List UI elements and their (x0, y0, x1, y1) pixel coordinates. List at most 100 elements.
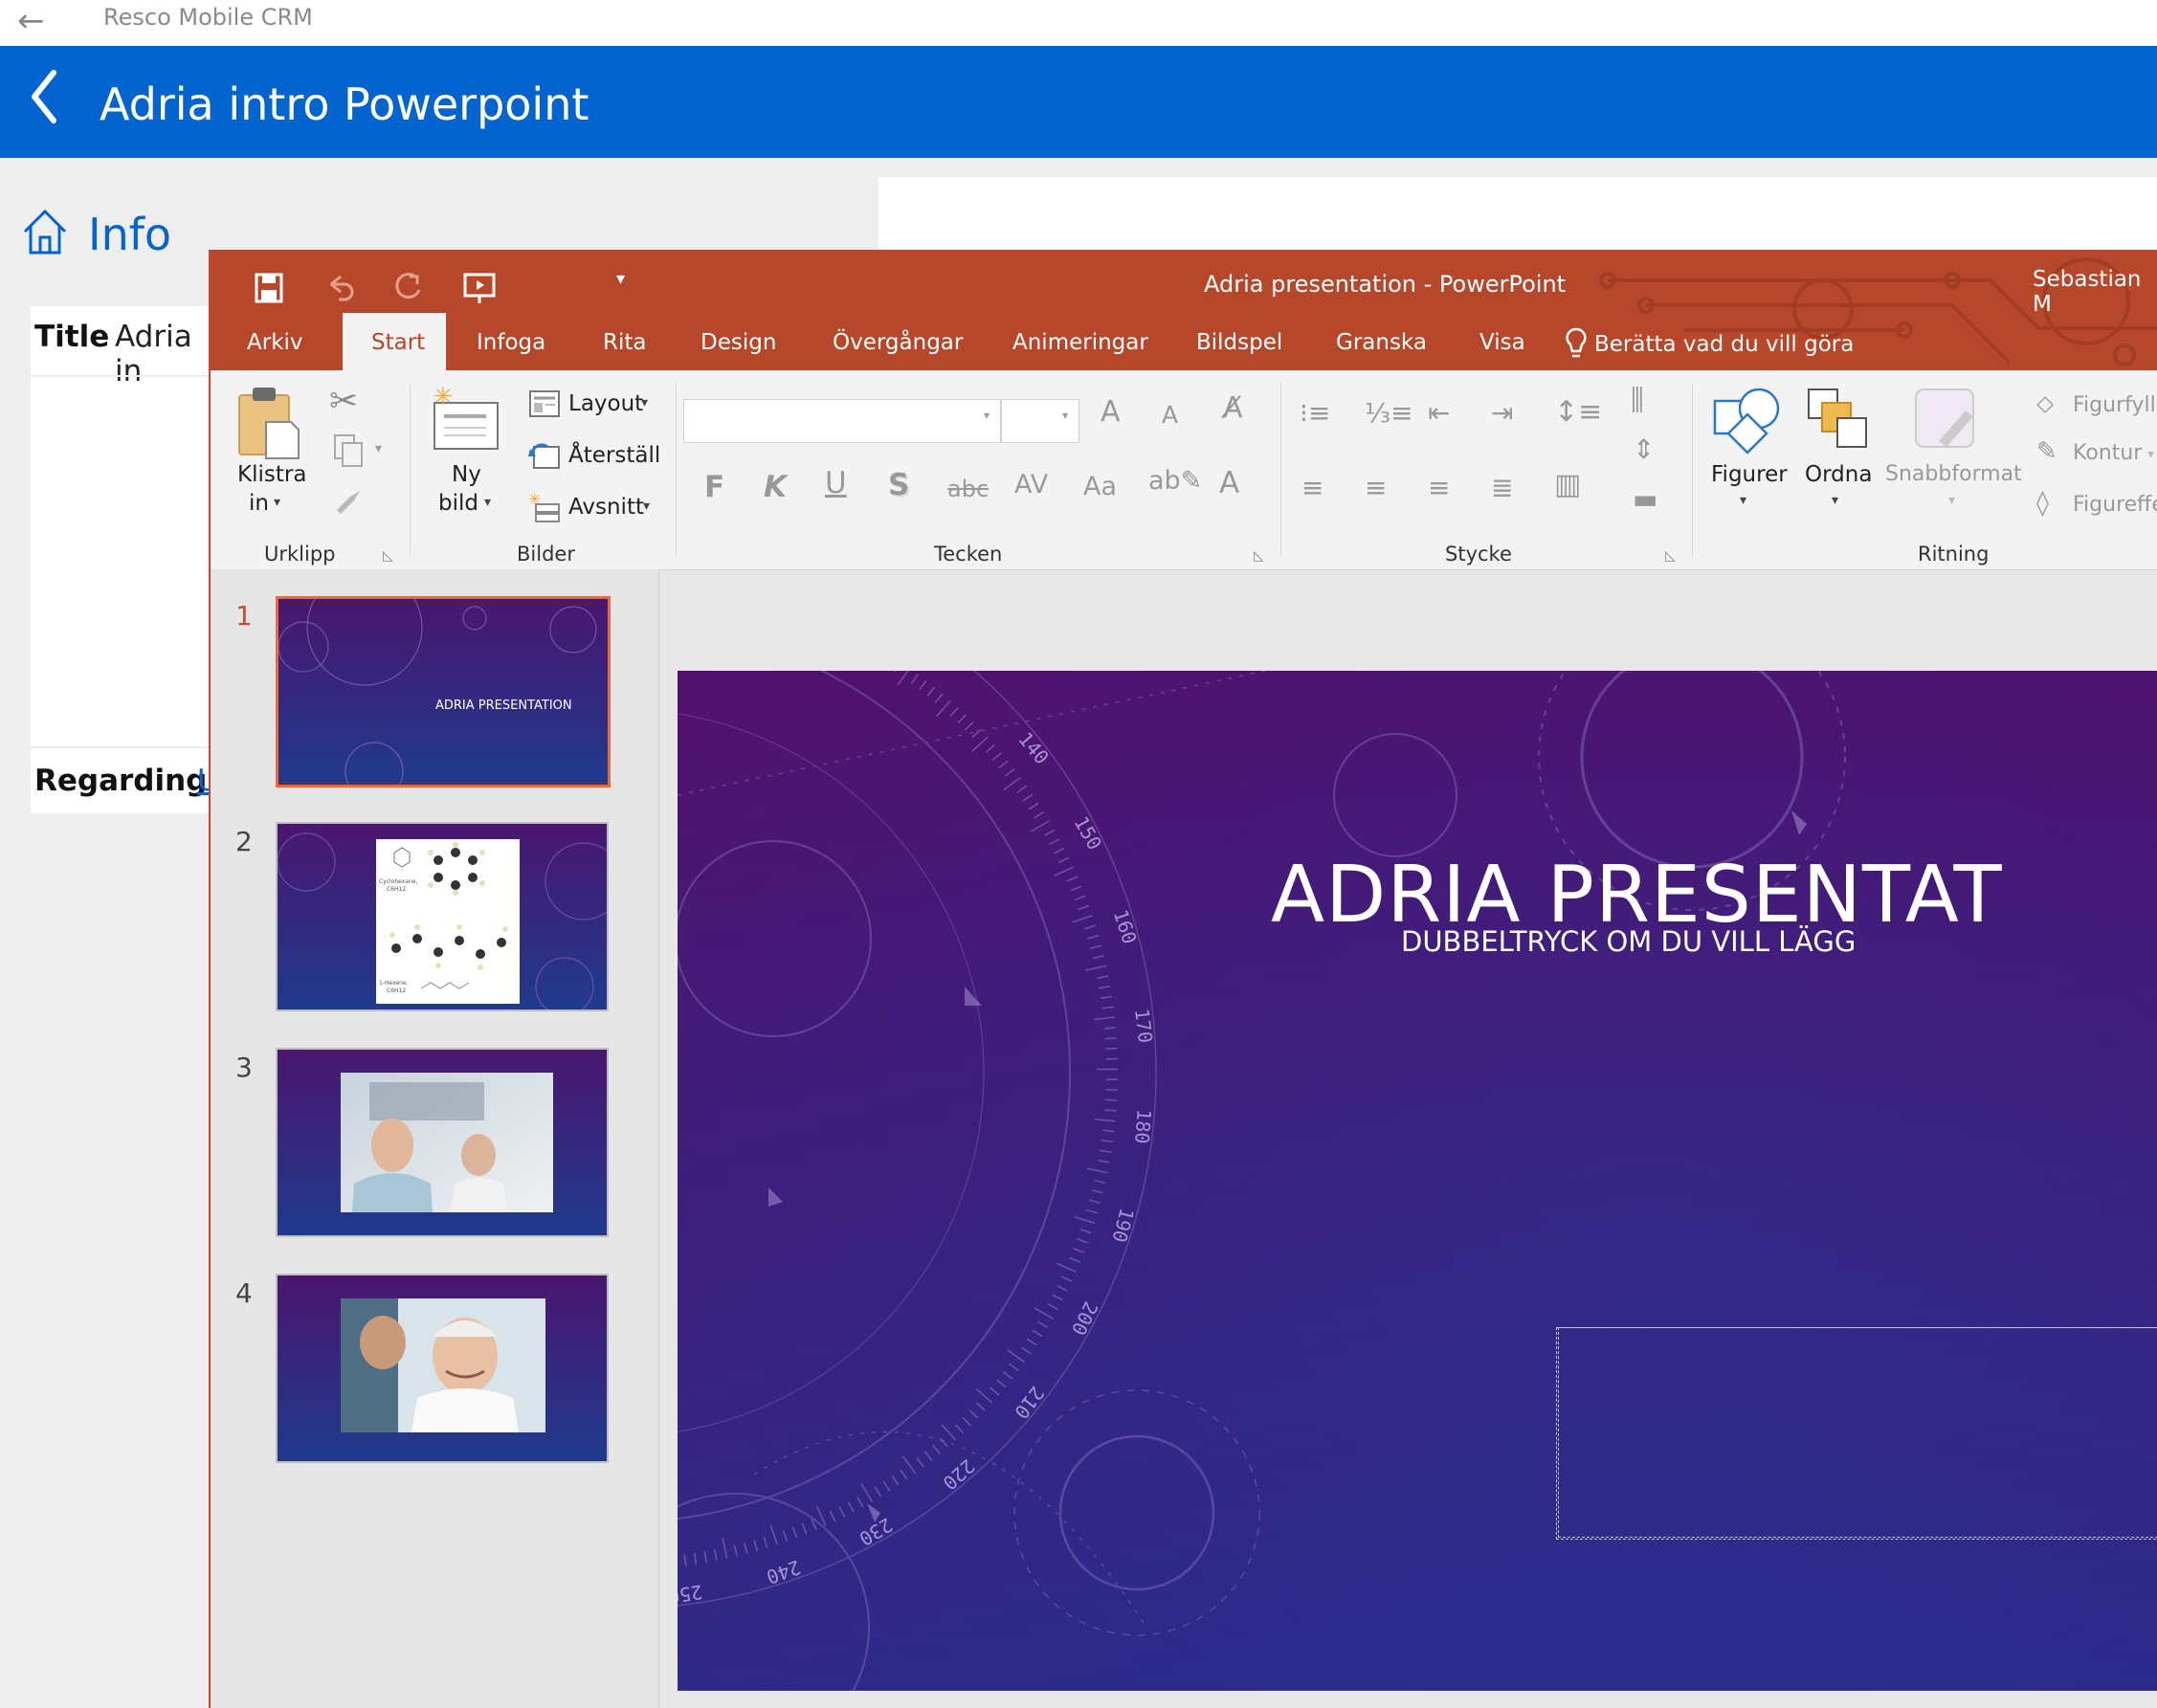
shapes-dropdown-icon[interactable]: ▾ (1740, 493, 1746, 508)
home-icon[interactable] (21, 207, 69, 256)
tab-animeringar[interactable]: Animeringar (1012, 330, 1148, 355)
strikethrough-icon[interactable]: abc (947, 476, 989, 502)
shape-outline-button[interactable]: Kontur (2073, 441, 2142, 465)
shape-fill-button[interactable]: Figurfylln (2073, 393, 2157, 417)
shape-effects-button[interactable]: Figureffe (2073, 493, 2157, 517)
slide-thumbnail-1[interactable]: ADRIA PRESENTATION (276, 596, 611, 787)
arrange-label[interactable]: Ordna (1805, 462, 1872, 487)
tab-granska[interactable]: Granska (1336, 330, 1427, 355)
clear-formatting-icon[interactable]: A̸ (1223, 391, 1243, 425)
shapes-label[interactable]: Figurer (1711, 462, 1788, 487)
title-field-value[interactable]: Adria in (115, 320, 212, 388)
tab-bildspel[interactable]: Bildspel (1196, 330, 1282, 355)
increase-indent-icon[interactable]: ⇥ (1491, 397, 1513, 429)
grow-font-icon[interactable]: A (1101, 395, 1121, 429)
align-text-icon[interactable]: ⇕ (1633, 433, 1655, 465)
stycke-launcher-icon[interactable]: ◺ (1665, 548, 1676, 564)
paste-icon[interactable] (233, 384, 302, 460)
urklipp-launcher-icon[interactable]: ◺ (383, 548, 393, 564)
tab-arkiv[interactable]: Arkiv (247, 330, 303, 355)
back-arrow-icon[interactable]: ← (17, 2, 45, 40)
outline-dropdown-icon[interactable]: ▾ (2147, 447, 2154, 462)
user-name[interactable]: Sebastian M (2033, 267, 2157, 317)
tab-start[interactable]: Start (343, 313, 446, 372)
shape-effects-icon[interactable]: ◊ (2036, 489, 2049, 518)
change-case-icon[interactable]: Aa (1083, 472, 1117, 501)
tab-rita[interactable]: Rita (603, 330, 646, 355)
section-button[interactable]: Avsnitt (568, 495, 644, 520)
tab-overgangar[interactable]: Övergångar (833, 330, 963, 355)
quick-styles-label[interactable]: Snabbformat (1885, 462, 2022, 486)
layout-button[interactable]: Layout (568, 391, 643, 416)
shape-outline-icon[interactable]: ✎ (2036, 437, 2057, 466)
align-left-icon[interactable]: ≡ (1301, 472, 1323, 503)
format-painter-icon[interactable] (329, 485, 367, 520)
paste-label[interactable]: Klistra (237, 462, 306, 487)
font-size-dropdown-icon[interactable]: ▾ (1062, 409, 1068, 422)
copy-dropdown-icon[interactable]: ▾ (375, 441, 382, 456)
start-slideshow-icon[interactable] (457, 267, 501, 309)
text-direction-icon[interactable]: ⫼ (1631, 384, 1644, 417)
layout-dropdown-icon[interactable]: ▾ (641, 395, 648, 410)
smartart-icon[interactable]: ▬ (1633, 483, 1657, 515)
align-center-icon[interactable]: ≡ (1365, 472, 1387, 503)
bold-icon[interactable]: F (704, 470, 724, 504)
section-icon[interactable]: ✳ (528, 491, 561, 523)
shadow-icon[interactable]: S (888, 468, 909, 502)
font-name-dropdown-icon[interactable]: ▾ (984, 409, 990, 422)
slide-thumbnail-3[interactable] (276, 1048, 609, 1237)
slide-subtitle[interactable]: DUBBELTRYCK OM DU VILL LÄGG (1401, 925, 1856, 958)
new-slide-dropdown-icon[interactable]: ▾ (484, 495, 491, 510)
section-dropdown-icon[interactable]: ▾ (643, 499, 650, 514)
info-tab-label[interactable]: Info (88, 209, 171, 260)
slide-thumbnail-4[interactable] (276, 1274, 609, 1463)
layout-icon[interactable] (528, 389, 561, 418)
new-slide-label-2[interactable]: bild (438, 491, 478, 516)
dial-tick (1104, 1036, 1117, 1040)
shrink-font-icon[interactable]: A (1162, 401, 1178, 429)
font-color-icon[interactable]: A (1219, 466, 1239, 500)
chevron-left-icon[interactable] (23, 63, 80, 130)
columns-icon[interactable]: ▥ (1554, 468, 1581, 501)
svg-text:✳: ✳ (433, 384, 454, 411)
copy-icon[interactable] (329, 432, 367, 470)
underline-icon[interactable]: U (825, 466, 847, 500)
slide-thumbnail-2[interactable]: Cyclohexane, C6H12 1-Hexene, C6H12 (276, 822, 609, 1011)
dial-tick (1105, 1047, 1118, 1050)
align-right-icon[interactable]: ≡ (1428, 472, 1450, 503)
bullets-icon[interactable]: ⁝≡ (1300, 397, 1330, 429)
tab-visa[interactable]: Visa (1479, 330, 1525, 355)
char-spacing-icon[interactable]: AV (1014, 470, 1048, 499)
save-icon[interactable] (247, 267, 291, 309)
new-slide-icon[interactable]: ✳ (429, 384, 501, 456)
shapes-icon[interactable] (1709, 382, 1786, 458)
paste-label-2[interactable]: in (249, 491, 269, 516)
shape-fill-icon[interactable]: ⬦ (2036, 389, 2054, 419)
justify-icon[interactable]: ≣ (1491, 472, 1513, 503)
undo-icon[interactable] (318, 267, 362, 309)
paste-dropdown-icon[interactable]: ▾ (274, 495, 280, 510)
reset-button[interactable]: Återställ (568, 443, 660, 468)
italic-icon[interactable]: K (764, 470, 787, 504)
new-slide-label[interactable]: Ny (452, 462, 481, 487)
slide-number: 1 (235, 600, 253, 632)
reset-icon[interactable] (528, 441, 561, 470)
arrange-icon[interactable] (1803, 384, 1874, 455)
cut-icon[interactable]: ✂ (329, 382, 358, 421)
quick-styles-dropdown-icon[interactable]: ▾ (1948, 493, 1955, 508)
font-name-box[interactable] (683, 399, 1001, 443)
tab-design[interactable]: Design (700, 330, 776, 355)
tab-infoga[interactable]: Infoga (477, 330, 545, 355)
numbering-icon[interactable]: ⅓≡ (1365, 397, 1413, 429)
tecken-launcher-icon[interactable]: ◺ (1254, 548, 1264, 564)
customize-qat-icon[interactable]: ▾ (616, 269, 625, 289)
decrease-indent-icon[interactable]: ⇤ (1428, 397, 1450, 429)
quick-styles-icon[interactable] (1910, 384, 1983, 456)
group-separator (676, 384, 677, 556)
highlight-icon[interactable]: ab✎ (1148, 466, 1202, 496)
line-spacing-icon[interactable]: ↕≡ (1554, 395, 1602, 429)
record-title: Adria intro Powerpoint (100, 78, 589, 130)
tell-me-search[interactable]: Berätta vad du vill göra (1594, 332, 1854, 357)
arrange-dropdown-icon[interactable]: ▾ (1832, 493, 1838, 508)
redo-icon[interactable] (387, 267, 431, 309)
